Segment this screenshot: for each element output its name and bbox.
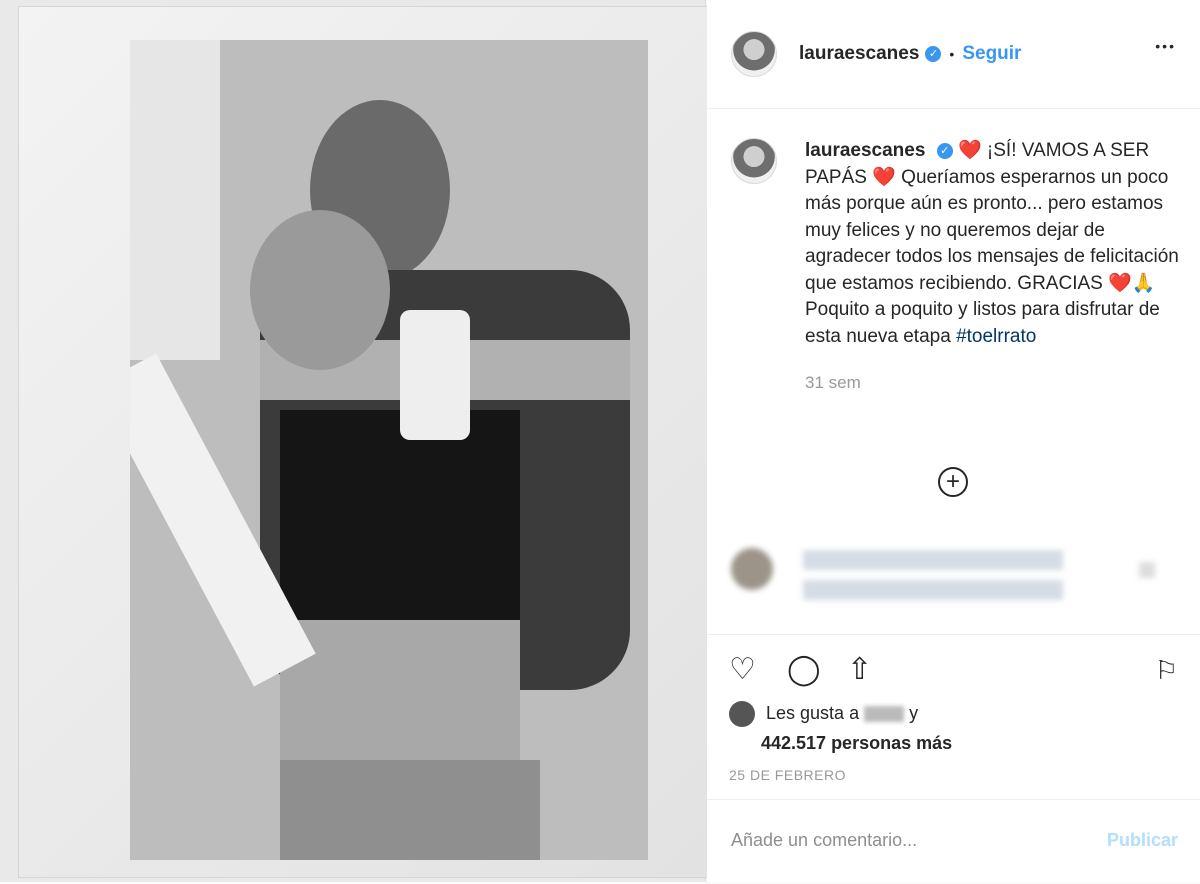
like-heart-icon[interactable]: ♡ bbox=[729, 653, 756, 687]
caption-verified-icon: ✓ bbox=[936, 142, 953, 159]
post-side-panel: lauraescanes ✓ • Seguir ••• lauraescanes… bbox=[707, 0, 1200, 882]
save-bookmark-icon[interactable]: ⚐ bbox=[1155, 653, 1178, 687]
author-username[interactable]: lauraescanes bbox=[799, 43, 919, 65]
blurred-text-line bbox=[803, 580, 1063, 600]
post-photo[interactable] bbox=[130, 40, 648, 860]
author-line: lauraescanes ✓ • Seguir bbox=[799, 43, 1021, 65]
load-more-comments-button[interactable]: + bbox=[938, 467, 968, 497]
likes-count[interactable]: 442.517 personas más bbox=[761, 733, 952, 754]
publish-button[interactable]: Publicar bbox=[1107, 830, 1178, 851]
blurred-comment bbox=[727, 540, 1177, 630]
photo-illustration bbox=[130, 40, 648, 860]
comment-box: Añade un comentario... Publicar bbox=[707, 799, 1200, 884]
likes-prefix: Les gusta a bbox=[766, 702, 860, 723]
comment-icon[interactable]: ◯ bbox=[787, 653, 821, 687]
actions-section: ♡ ◯ ⇧ ⚐ Les gusta a y 442.517 personas m… bbox=[707, 634, 1200, 883]
likes-summary: Les gusta a y 442.517 personas más bbox=[729, 701, 952, 754]
photo-panel bbox=[0, 0, 708, 882]
post-date: 25 DE FEBRERO bbox=[729, 767, 846, 783]
share-icon[interactable]: ⇧ bbox=[847, 653, 872, 687]
blurred-avatar bbox=[731, 548, 773, 590]
liker-avatar[interactable] bbox=[729, 701, 755, 727]
polaroid-frame bbox=[18, 6, 708, 878]
verified-icon: ✓ bbox=[925, 46, 942, 62]
caption-username[interactable]: lauraescanes bbox=[805, 140, 925, 161]
hashtag-link[interactable]: #toelrrato bbox=[956, 326, 1036, 347]
comment-input[interactable]: Añade un comentario... bbox=[731, 830, 917, 851]
caption-text-wrap: lauraescanes ✓ ❤️ ¡SÍ! VAMOS A SER PAPÁS… bbox=[805, 138, 1185, 397]
caption-block: lauraescanes ✓ ❤️ ¡SÍ! VAMOS A SER PAPÁS… bbox=[731, 138, 1179, 392]
blurred-liker-name bbox=[864, 706, 905, 722]
blurred-text-line bbox=[803, 550, 1063, 570]
post-time[interactable]: 31 sem bbox=[805, 370, 1185, 397]
likes-conj: y bbox=[909, 702, 919, 723]
caption-text: ❤️ ¡SÍ! VAMOS A SER PAPÁS ❤️ Queríamos e… bbox=[805, 140, 1179, 347]
more-options-icon[interactable]: ••• bbox=[1155, 38, 1176, 54]
separator-dot: • bbox=[949, 46, 955, 62]
caption-avatar[interactable] bbox=[731, 138, 777, 184]
author-avatar[interactable] bbox=[731, 31, 777, 77]
blurred-heart bbox=[1139, 562, 1155, 578]
follow-button[interactable]: Seguir bbox=[962, 43, 1021, 65]
post-header: lauraescanes ✓ • Seguir ••• bbox=[707, 0, 1200, 109]
